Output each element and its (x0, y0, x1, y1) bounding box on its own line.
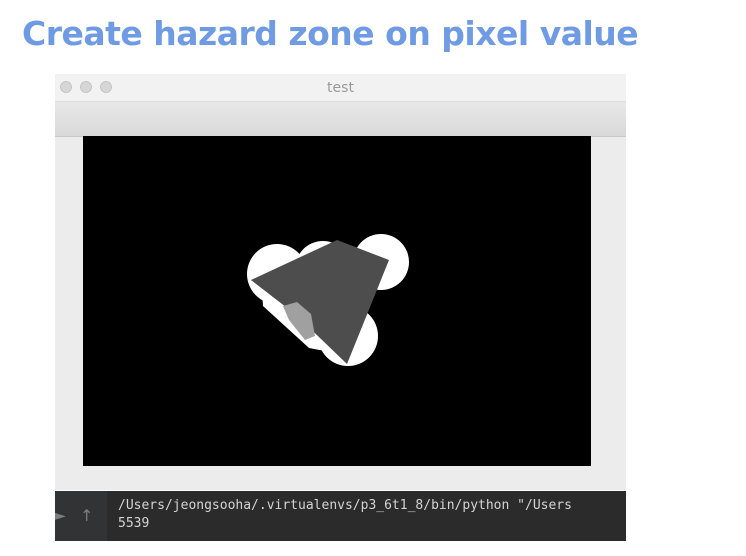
console-gutter: ► ↑ (55, 491, 107, 541)
console-line: /Users/jeongsooha/.virtualenvs/p3_6t1_8/… (118, 498, 572, 513)
console-side-icon[interactable]: ► (55, 508, 66, 524)
window-title: test (327, 80, 354, 96)
slide-title: Create hazard zone on pixel value (22, 14, 639, 53)
hazard-zone-image (247, 234, 409, 366)
console-line: 5539 (118, 516, 150, 531)
window-toolbar (55, 102, 626, 137)
window-titlebar[interactable]: test (55, 74, 626, 102)
run-console: ► ↑ /Users/jeongsooha/.virtualenvs/p3_6t… (55, 491, 626, 541)
image-window: test (55, 74, 626, 490)
image-canvas (83, 136, 591, 466)
arrow-up-icon[interactable]: ↑ (80, 506, 93, 525)
